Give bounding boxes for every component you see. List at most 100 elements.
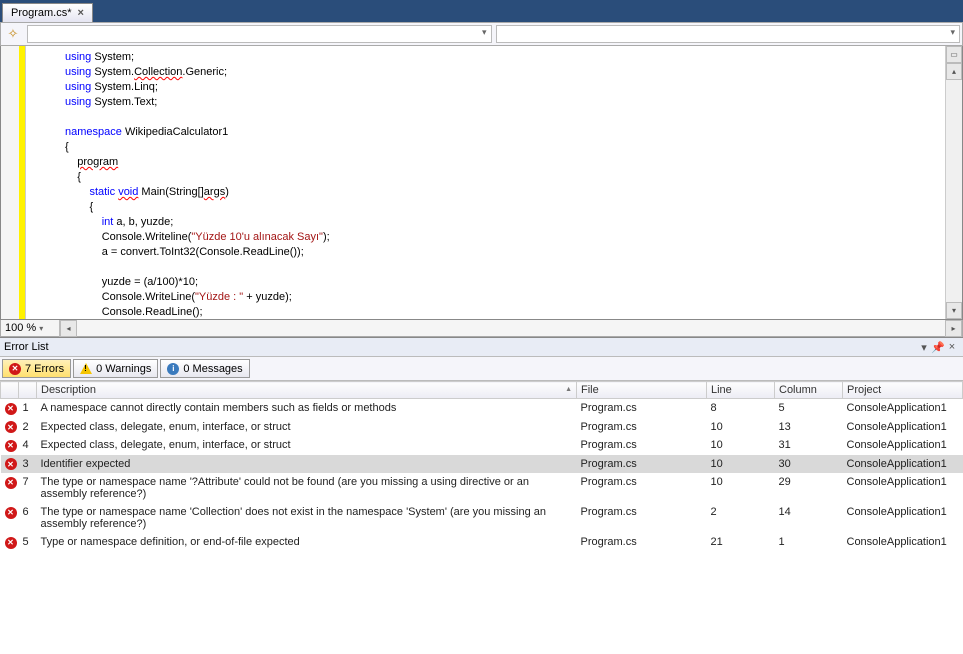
column-header[interactable] [1, 382, 19, 399]
error-description: Identifier expected [37, 455, 577, 474]
error-number: 7 [19, 473, 37, 503]
types-dropdown[interactable] [27, 25, 492, 43]
column-header[interactable]: Description▲ [37, 382, 577, 399]
code-line[interactable]: using System;− [59, 50, 945, 65]
vertical-scrollbar[interactable]: ▭ ▴ ▾ [945, 46, 962, 319]
error-row[interactable]: ✕2Expected class, delegate, enum, interf… [1, 418, 963, 437]
column-header[interactable]: Line [707, 382, 775, 399]
error-project: ConsoleApplication1 [843, 533, 963, 552]
scroll-down-icon[interactable]: ▾ [946, 302, 962, 319]
warnings-count: 0 Warnings [96, 363, 151, 375]
error-number: 3 [19, 455, 37, 474]
messages-filter[interactable]: i 0 Messages [160, 359, 249, 378]
editor-gutter [1, 46, 59, 319]
scroll-up-icon[interactable]: ▴ [946, 63, 962, 80]
warnings-filter[interactable]: 0 Warnings [73, 359, 158, 378]
error-icon: ✕ [1, 503, 19, 533]
code-line[interactable]: a = convert.ToInt32(Console.ReadLine()); [59, 245, 945, 260]
error-number: 4 [19, 436, 37, 455]
error-description: Type or namespace definition, or end-of-… [37, 533, 577, 552]
pin-icon[interactable]: 📌 [931, 341, 945, 354]
error-number: 2 [19, 418, 37, 437]
code-line[interactable]: Console.WriteLine("Yüzde : " + yuzde); [59, 290, 945, 305]
code-line[interactable]: using System.Collection.Generic; [59, 65, 945, 80]
error-column: 5 [775, 399, 843, 418]
scroll-right-icon[interactable]: ▸ [945, 320, 962, 337]
error-number: 6 [19, 503, 37, 533]
members-dropdown[interactable] [496, 25, 961, 43]
error-icon: ✕ [9, 363, 21, 375]
code-line[interactable]: { [59, 170, 945, 185]
window-position-icon[interactable]: ▾ [917, 341, 931, 354]
error-project: ConsoleApplication1 [843, 455, 963, 474]
code-line[interactable]: int a, b, yuzde; [59, 215, 945, 230]
error-line: 21 [707, 533, 775, 552]
code-line[interactable]: { [59, 140, 945, 155]
error-line: 10 [707, 436, 775, 455]
code-line[interactable]: namespace WikipediaCalculator1− [59, 125, 945, 140]
code-line[interactable] [59, 110, 945, 125]
column-header[interactable] [19, 382, 37, 399]
error-number: 1 [19, 399, 37, 418]
split-icon[interactable]: ▭ [946, 46, 962, 63]
document-tab-bar: Program.cs* × [0, 0, 963, 22]
horizontal-scrollbar[interactable]: ◂ ▸ [59, 320, 962, 337]
scroll-left-icon[interactable]: ◂ [60, 320, 77, 337]
error-row[interactable]: ✕5Type or namespace definition, or end-o… [1, 533, 963, 552]
error-line: 10 [707, 418, 775, 437]
code-line[interactable]: Console.Writeline("Yüzde 10'u alınacak S… [59, 230, 945, 245]
zoom-level[interactable]: 100 % ▾ [1, 322, 59, 334]
error-icon: ✕ [1, 399, 19, 418]
code-area[interactable]: using System;−using System.Collection.Ge… [59, 46, 945, 319]
error-number: 5 [19, 533, 37, 552]
code-line[interactable]: program [59, 155, 945, 170]
error-list-grid: Description▲FileLineColumnProject ✕1A na… [0, 380, 963, 654]
error-column: 1 [775, 533, 843, 552]
close-panel-icon[interactable]: × [945, 341, 959, 353]
error-file: Program.cs [577, 473, 707, 503]
error-icon: ✕ [1, 436, 19, 455]
errors-count: 7 Errors [25, 363, 64, 375]
error-column: 13 [775, 418, 843, 437]
info-icon: i [167, 363, 179, 375]
error-description: The type or namespace name '?Attribute' … [37, 473, 577, 503]
error-row[interactable]: ✕6The type or namespace name 'Collection… [1, 503, 963, 533]
error-row[interactable]: ✕7The type or namespace name '?Attribute… [1, 473, 963, 503]
code-line[interactable]: using System.Linq; [59, 80, 945, 95]
error-file: Program.cs [577, 533, 707, 552]
error-project: ConsoleApplication1 [843, 418, 963, 437]
close-icon[interactable]: × [78, 7, 84, 19]
column-header[interactable]: Column [775, 382, 843, 399]
error-file: Program.cs [577, 399, 707, 418]
error-row[interactable]: ✕3Identifier expectedProgram.cs1030Conso… [1, 455, 963, 474]
code-line[interactable]: using System.Text; [59, 95, 945, 110]
navigate-icon[interactable]: ✧ [3, 24, 23, 44]
document-tab[interactable]: Program.cs* × [2, 3, 93, 22]
code-line[interactable] [59, 260, 945, 275]
error-file: Program.cs [577, 503, 707, 533]
error-description: Expected class, delegate, enum, interfac… [37, 418, 577, 437]
code-line[interactable]: yuzde = (a/100)*10; [59, 275, 945, 290]
error-filter-bar: ✕ 7 Errors 0 Warnings i 0 Messages [0, 356, 963, 380]
warning-icon [80, 363, 92, 374]
error-list-titlebar: Error List ▾ 📌 × [0, 337, 963, 356]
error-column: 31 [775, 436, 843, 455]
editor-footer: 100 % ▾ ◂ ▸ [0, 320, 963, 337]
code-line[interactable]: { [59, 200, 945, 215]
error-file: Program.cs [577, 436, 707, 455]
tab-title: Program.cs* [11, 7, 72, 19]
column-header[interactable]: Project [843, 382, 963, 399]
error-icon: ✕ [1, 533, 19, 552]
column-header[interactable]: File [577, 382, 707, 399]
error-project: ConsoleApplication1 [843, 436, 963, 455]
error-icon: ✕ [1, 455, 19, 474]
code-line[interactable]: static void Main(String[]args) [59, 185, 945, 200]
error-project: ConsoleApplication1 [843, 503, 963, 533]
error-row[interactable]: ✕4Expected class, delegate, enum, interf… [1, 436, 963, 455]
error-column: 29 [775, 473, 843, 503]
code-line[interactable]: Console.ReadLine(); [59, 305, 945, 319]
error-icon: ✕ [1, 418, 19, 437]
errors-filter[interactable]: ✕ 7 Errors [2, 359, 71, 378]
error-project: ConsoleApplication1 [843, 399, 963, 418]
error-row[interactable]: ✕1A namespace cannot directly contain me… [1, 399, 963, 418]
